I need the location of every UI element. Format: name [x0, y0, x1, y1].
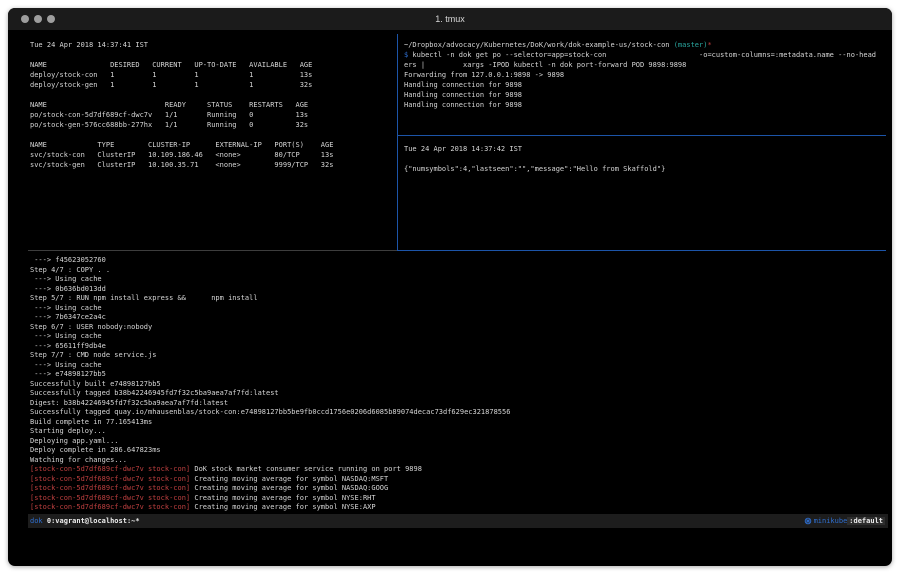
command-line: $ kubectl -n dok get po --selector=app=s… — [404, 50, 876, 60]
build-line: Step 5/7 : RUN npm install express && np… — [30, 294, 510, 304]
pane-divider-bottom-left[interactable] — [28, 250, 397, 251]
services-header: NAME TYPE CLUSTER-IP EXTERNAL-IP PORT(S)… — [30, 140, 333, 150]
log-message: Creating moving average for symbol NYSE:… — [190, 503, 375, 511]
build-line: Step 4/7 : COPY . . — [30, 266, 510, 276]
command-wrap-line: ers | xargs -IPOD kubectl -n dok port-fo… — [404, 60, 876, 70]
handling-line: Handling connection for 9898 — [404, 100, 876, 110]
build-line: ---> Using cache — [30, 361, 510, 371]
log-pod-tag: [stock-con-5d7df689cf-dwc7v stock-con] — [30, 494, 190, 502]
pane-divider-horizontal-right[interactable] — [397, 135, 886, 136]
log-pod-tag: [stock-con-5d7df689cf-dwc7v stock-con] — [30, 475, 190, 483]
build-line: ---> Using cache — [30, 332, 510, 342]
log-pod-tag: [stock-con-5d7df689cf-dwc7v stock-con] — [30, 503, 190, 511]
pods-header: NAME READY STATUS RESTARTS AGE — [30, 100, 333, 110]
pod-row: po/stock-con-5d7df689cf-dwc7v 1/1 Runnin… — [30, 110, 333, 120]
log-message: Creating moving average for symbol NASDA… — [190, 484, 388, 492]
terminal-line — [30, 90, 333, 100]
build-line: Successfully tagged b38b42246945fd7f32c5… — [30, 389, 510, 399]
pod-row: po/stock-gen-576cc688bb-277hx 1/1 Runnin… — [30, 120, 333, 130]
build-line: Deploy complete in 286.647823ms — [30, 446, 510, 456]
terminal-content: Tue 24 Apr 2018 14:37:41 IST NAME DESIRE… — [8, 30, 892, 566]
git-branch: (master) — [674, 41, 708, 49]
desktop-background: 1. tmux Tue 24 Apr 2018 14:37:41 IST NAM… — [0, 0, 900, 574]
tmux-status-bar: dok 0:vagrant@localhost:~* minikube:defa… — [28, 514, 888, 528]
build-line: Successfully built e74898127bb5 — [30, 380, 510, 390]
terminal-line — [30, 130, 333, 140]
window-title: 1. tmux — [8, 8, 892, 30]
service-row: svc/stock-con ClusterIP 10.109.186.46 <n… — [30, 150, 333, 160]
session-name: dok — [30, 517, 43, 525]
log-message: Creating moving average for symbol NYSE:… — [190, 494, 375, 502]
build-line: ---> 0b636bd013dd — [30, 285, 510, 295]
cwd-path: ~/Dropbox/advocacy/Kubernetes/DoK/work/d… — [404, 41, 674, 49]
deployment-row: deploy/stock-gen 1 1 1 1 32s — [30, 80, 333, 90]
log-message: DoK stock market consumer service runnin… — [190, 465, 422, 473]
log-line: [stock-con-5d7df689cf-dwc7v stock-con] C… — [30, 475, 510, 485]
window-item-current[interactable]: 0:vagrant@localhost:~* — [43, 517, 140, 525]
build-line: Watching for changes... — [30, 456, 510, 466]
pane-divider-bottom-right[interactable] — [397, 250, 886, 251]
timestamp-line: Tue 24 Apr 2018 14:37:41 IST — [30, 40, 333, 50]
log-pod-tag: [stock-con-5d7df689cf-dwc7v stock-con] — [30, 484, 190, 492]
pane-port-forward[interactable]: ~/Dropbox/advocacy/Kubernetes/DoK/work/d… — [404, 40, 876, 110]
service-row: svc/stock-gen ClusterIP 10.100.35.71 <no… — [30, 160, 333, 170]
json-output-line: {"numsymbols":4,"lastseen":"","message":… — [404, 164, 665, 174]
pane-skaffold-output[interactable]: Tue 24 Apr 2018 14:37:42 IST {"numsymbol… — [404, 144, 665, 174]
pane-divider-vertical[interactable] — [397, 34, 398, 250]
git-prompt-line: ~/Dropbox/advocacy/Kubernetes/DoK/work/d… — [404, 40, 876, 50]
build-line: ---> Using cache — [30, 275, 510, 285]
build-line: Digest: b38b42246945fd7f32c5ba9aea7af7fd… — [30, 399, 510, 409]
build-line: Starting deploy... — [30, 427, 510, 437]
build-line: Step 7/7 : CMD node service.js — [30, 351, 510, 361]
log-pod-tag: [stock-con-5d7df689cf-dwc7v stock-con] — [30, 465, 190, 473]
build-line: ---> 7b6347ce2a4c — [30, 313, 510, 323]
log-line: [stock-con-5d7df689cf-dwc7v stock-con] C… — [30, 484, 510, 494]
kube-context: minikube — [814, 517, 848, 525]
handling-line: Handling connection for 9898 — [404, 80, 876, 90]
handling-line: Handling connection for 9898 — [404, 90, 876, 100]
build-line: Step 6/7 : USER nobody:nobody — [30, 323, 510, 333]
log-line: [stock-con-5d7df689cf-dwc7v stock-con] D… — [30, 465, 510, 475]
status-bar-right: minikube:default — [804, 517, 885, 525]
build-line: ---> f45623052760 — [30, 256, 510, 266]
build-line: ---> e74898127bb5 — [30, 370, 510, 380]
build-line: Successfully tagged quay.io/mhausenblas/… — [30, 408, 510, 418]
terminal-line — [404, 154, 665, 164]
command-text: kubectl -n dok get po --selector=app=sto… — [408, 51, 876, 59]
kube-namespace: :default — [847, 517, 885, 525]
build-line: ---> 65611ff9db4e — [30, 342, 510, 352]
pane-kubectl-watch[interactable]: Tue 24 Apr 2018 14:37:41 IST NAME DESIRE… — [30, 40, 333, 170]
git-dirty-flag: * — [707, 41, 711, 49]
terminal-line — [30, 50, 333, 60]
kubernetes-wheel-icon — [804, 517, 812, 525]
deployment-row: deploy/stock-con 1 1 1 1 13s — [30, 70, 333, 80]
log-message: Creating moving average for symbol NASDA… — [190, 475, 388, 483]
build-line: Deploying app.yaml... — [30, 437, 510, 447]
titlebar[interactable]: 1. tmux — [8, 8, 892, 30]
terminal-window: 1. tmux Tue 24 Apr 2018 14:37:41 IST NAM… — [8, 8, 892, 566]
log-line: [stock-con-5d7df689cf-dwc7v stock-con] C… — [30, 494, 510, 504]
build-line: ---> Using cache — [30, 304, 510, 314]
build-line: Build complete in 77.165413ms — [30, 418, 510, 428]
pane-build-log[interactable]: ---> f45623052760 Step 4/7 : COPY . . --… — [30, 256, 510, 513]
log-line: [stock-con-5d7df689cf-dwc7v stock-con] C… — [30, 503, 510, 513]
forwarding-line: Forwarding from 127.0.0.1:9898 -> 9898 — [404, 70, 876, 80]
deployments-header: NAME DESIRED CURRENT UP-TO-DATE AVAILABL… — [30, 60, 333, 70]
timestamp-line: Tue 24 Apr 2018 14:37:42 IST — [404, 144, 665, 154]
status-bar-left: dok 0:vagrant@localhost:~* — [30, 517, 140, 525]
